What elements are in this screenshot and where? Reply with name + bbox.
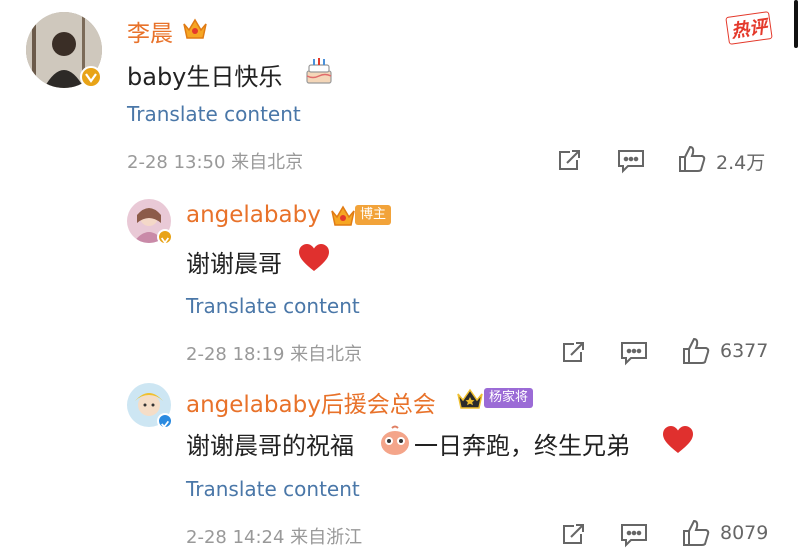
comment-icon[interactable]: [620, 340, 648, 366]
cake-emoji-icon: [303, 55, 335, 87]
reply-author[interactable]: angelababy: [186, 202, 321, 228]
reply-text-2: 一日奔跑，终生兄弟: [414, 426, 630, 461]
reply-author[interactable]: angelababy后援会总会: [186, 385, 436, 419]
crown-icon: [181, 16, 209, 42]
reply-text: 谢谢晨哥的祝福: [186, 426, 354, 461]
translate-link[interactable]: Translate content: [127, 102, 301, 126]
crown-icon: [329, 203, 357, 229]
heart-emoji-icon: [662, 425, 694, 455]
reply-text-part-1: 谢谢晨哥的祝福: [186, 432, 354, 460]
translate-link[interactable]: Translate content: [186, 477, 360, 501]
reply-text-content: 谢谢晨哥: [186, 250, 282, 278]
fan-title-tag: 杨家将: [484, 388, 534, 408]
hot-comment-badge: 热评: [725, 11, 773, 45]
comment-author[interactable]: 李晨: [127, 14, 173, 48]
comment-icon[interactable]: [617, 148, 645, 174]
comment-text: baby生日快乐: [127, 57, 282, 92]
verified-badge-icon: [157, 229, 173, 245]
share-icon[interactable]: [557, 147, 583, 173]
like-count: 8079: [720, 522, 769, 544]
translate-link[interactable]: Translate content: [186, 294, 360, 318]
reply-meta: 2-28 14:24 来自浙江: [186, 527, 363, 548]
comment-meta: 2-28 13:50 来自北京: [127, 152, 304, 173]
like-count: 6377: [720, 340, 769, 362]
comment-text-content: baby生日快乐: [127, 63, 283, 91]
thumbs-up-icon[interactable]: [677, 144, 707, 174]
like-count: 2.4万: [716, 152, 766, 174]
share-icon[interactable]: [561, 339, 587, 365]
reply-text: 谢谢晨哥: [186, 244, 282, 279]
thumbs-up-icon[interactable]: [681, 518, 711, 548]
verified-badge-icon: [157, 413, 173, 429]
cute-emoji-icon: [378, 425, 412, 457]
share-icon[interactable]: [561, 521, 587, 547]
crown-icon: [455, 386, 485, 412]
verified-badge-icon: [80, 66, 102, 88]
heart-emoji-icon: [298, 243, 330, 273]
thumbs-up-icon[interactable]: [681, 336, 711, 366]
blogger-tag: 博主: [355, 205, 392, 225]
reply-meta: 2-28 18:19 来自北京: [186, 344, 363, 365]
reply-text-part-2: 一日奔跑，终生兄弟: [414, 432, 630, 460]
comment-icon[interactable]: [620, 522, 648, 548]
scrollbar[interactable]: [794, 0, 798, 48]
